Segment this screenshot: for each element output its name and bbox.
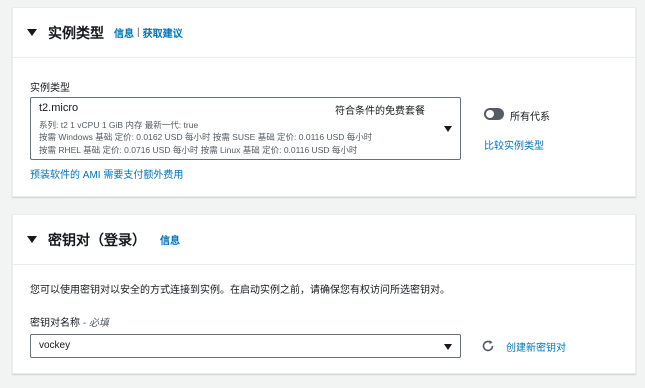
ami-extra-cost-link[interactable]: 预装软件的 AMI 需要支付额外费用 xyxy=(30,166,183,181)
all-generations-label: 所有代系 xyxy=(510,112,550,123)
key-pair-title: 密钥对（登录） xyxy=(48,231,146,248)
key-pair-name-label: 密钥对名称 - 必填 xyxy=(30,314,109,329)
key-pair-select[interactable]: vockey xyxy=(30,334,461,358)
get-advice-link[interactable]: 获取建议 xyxy=(143,25,183,40)
create-key-pair-link[interactable]: 创建新密钥对 xyxy=(506,339,566,354)
instance-type-title: 实例类型 xyxy=(48,24,104,41)
collapse-caret-icon[interactable] xyxy=(27,29,37,36)
compare-instance-types-link[interactable]: 比较实例类型 xyxy=(484,137,544,152)
pricing-row-windows-suse: 按需 Windows 基础 定价: 0.0162 USD 每小时 按需 SUSE… xyxy=(39,132,373,142)
key-pair-name-label-text: 密钥对名称 xyxy=(30,318,80,329)
refresh-icon[interactable] xyxy=(481,339,495,353)
required-hint: - 必填 xyxy=(80,318,109,329)
pricing-row-rhel-linux: 按需 RHEL 基础 定价: 0.0716 USD 每小时 按需 Linux 基… xyxy=(39,145,358,155)
instance-type-info-link[interactable]: 信息 xyxy=(114,25,134,40)
free-tier-tag: 符合条件的免费套餐 xyxy=(335,106,425,117)
toggle-knob xyxy=(486,110,494,118)
all-generations-toggle[interactable] xyxy=(484,108,504,120)
instance-specs-row: 系列: t2 1 vCPU 1 GiB 内存 最新一代: true xyxy=(39,120,199,130)
key-pair-description: 您可以使用密钥对以安全的方式连接到实例。在启动实例之前，请确保您有权访问所选密钥… xyxy=(30,285,450,296)
select-caret-down-icon xyxy=(444,126,452,132)
link-separator: | xyxy=(137,27,140,38)
key-pair-header[interactable]: 密钥对（登录） 信息 xyxy=(13,215,635,265)
instance-type-header[interactable]: 实例类型 信息 | 获取建议 xyxy=(13,8,635,58)
collapse-caret-icon[interactable] xyxy=(27,236,37,243)
key-pair-info-link[interactable]: 信息 xyxy=(160,232,180,247)
instance-type-name: t2.micro xyxy=(39,102,79,114)
instance-type-card: 实例类型 信息 | 获取建议 实例类型 t2.micro 符合条件的免费套餐 系… xyxy=(12,7,636,197)
select-caret-down-icon xyxy=(444,344,452,350)
key-pair-card: 密钥对（登录） 信息 您可以使用密钥对以安全的方式连接到实例。在启动实例之前，请… xyxy=(12,214,636,374)
instance-type-select[interactable]: t2.micro 符合条件的免费套餐 系列: t2 1 vCPU 1 GiB 内… xyxy=(30,97,461,160)
key-pair-selected-value: vockey xyxy=(39,340,71,351)
instance-type-field-label: 实例类型 xyxy=(30,83,70,94)
